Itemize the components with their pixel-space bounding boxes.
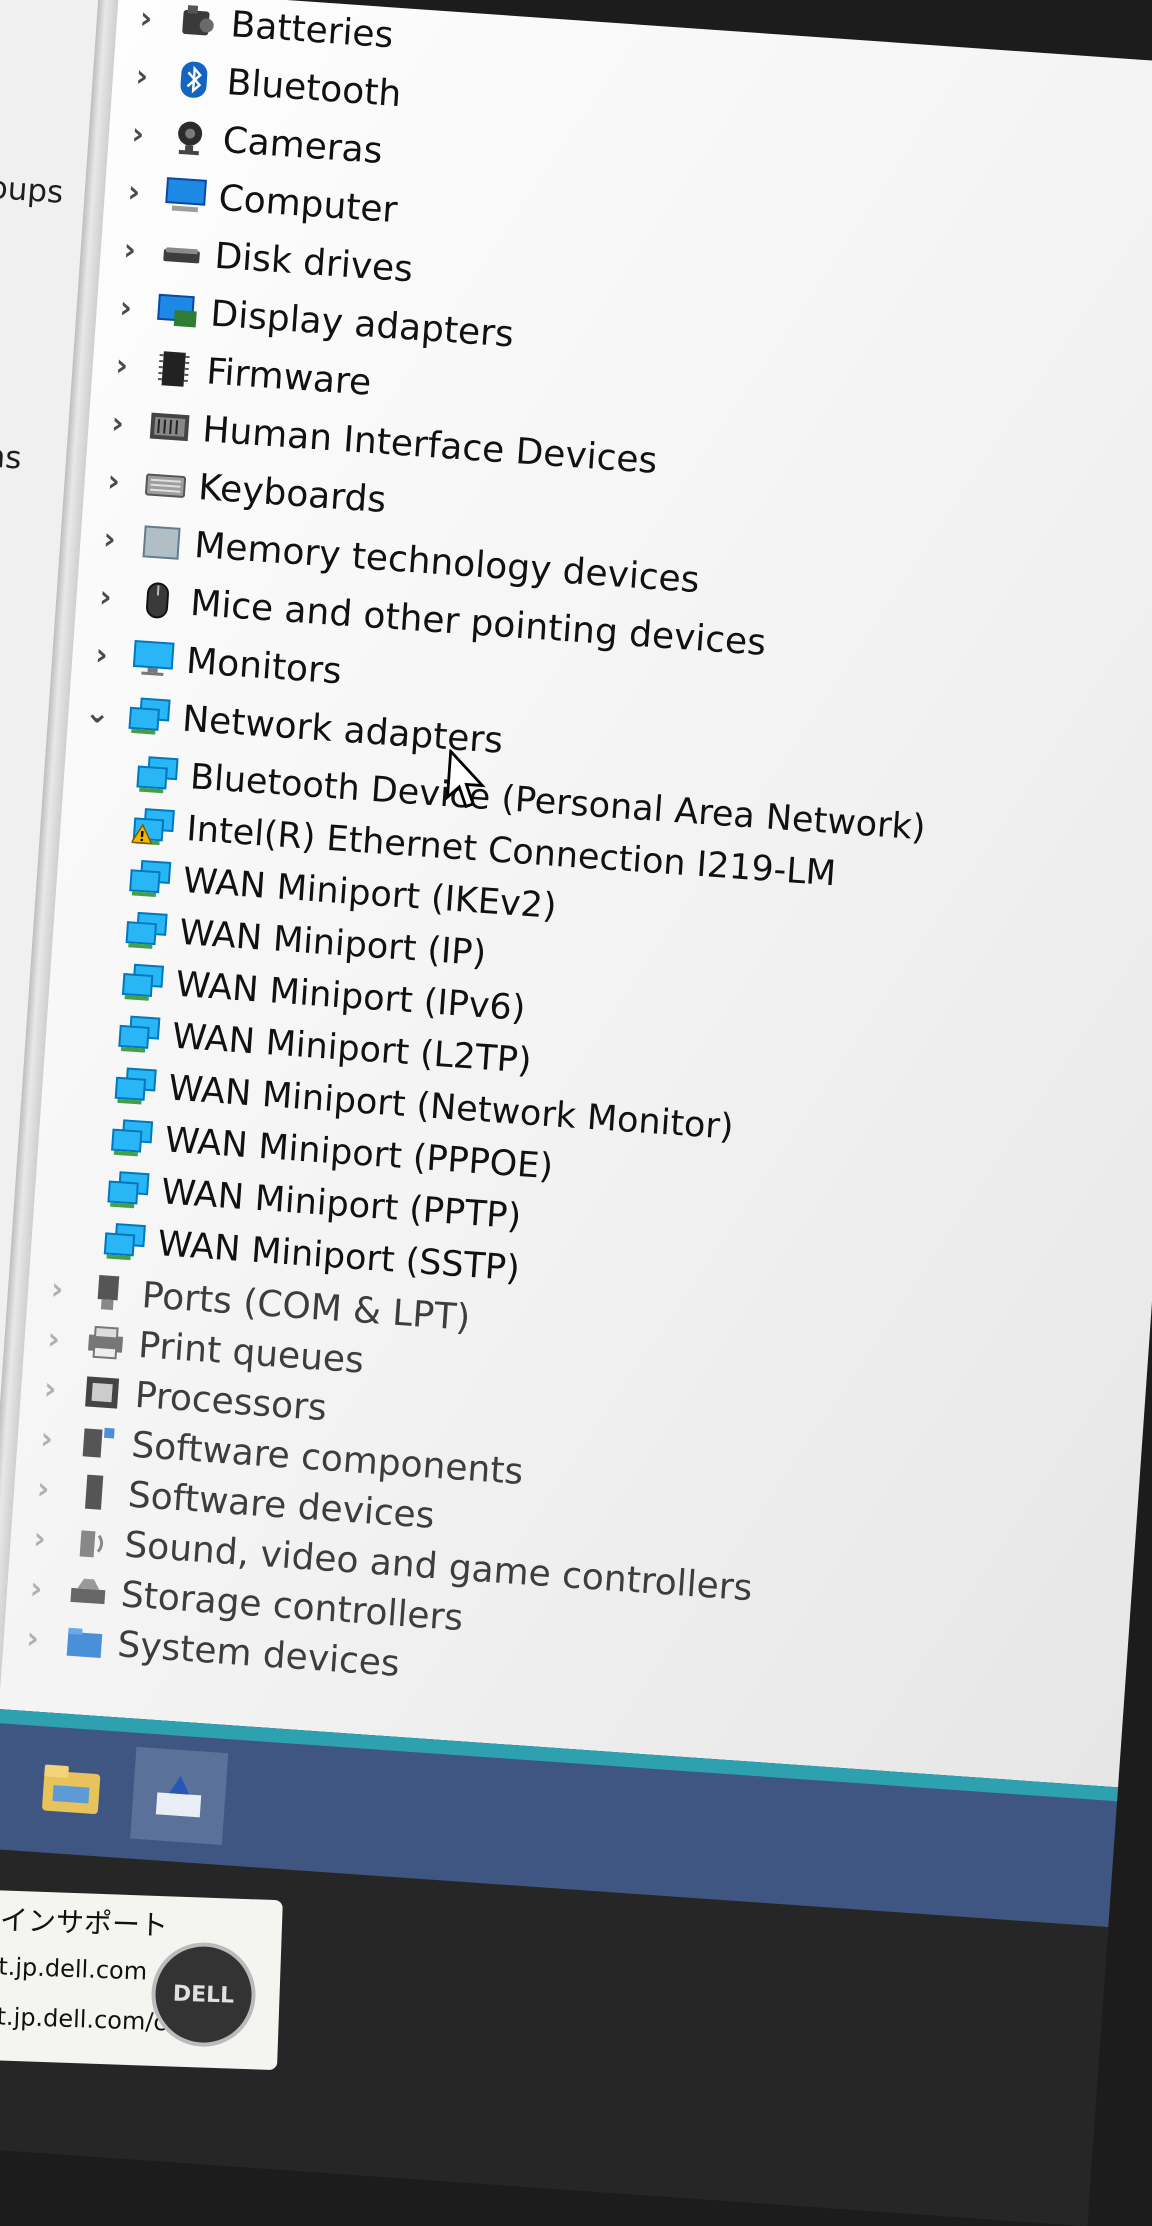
tree-item-label: Disk drives (213, 235, 415, 290)
device-tree: › Batteries › Bluetooth › Cameras › Computer › Di… (25, 0, 1152, 1684)
sticker-url: t.jp.dell.com (0, 1952, 148, 1986)
printer-icon (83, 1322, 128, 1363)
tree-item-label: Cameras (221, 119, 384, 172)
tree-item-label: Computer (217, 177, 399, 231)
keyboard-icon (143, 464, 188, 505)
chevron-right-icon[interactable]: › (39, 1270, 75, 1307)
sound-icon (69, 1522, 114, 1563)
chevron-right-icon[interactable]: › (87, 578, 123, 615)
bluetooth-icon (172, 59, 217, 100)
storage-controller-icon (66, 1572, 111, 1613)
camera-icon (168, 117, 213, 158)
warning-network-adapter-icon (130, 806, 176, 847)
chevron-right-icon[interactable]: › (104, 347, 140, 384)
left-pane-item[interactable]: roups (0, 169, 64, 211)
chevron-right-icon[interactable]: › (120, 115, 156, 152)
hid-icon (147, 406, 192, 447)
mouse-icon (135, 580, 180, 621)
network-adapter-icon (121, 962, 166, 1003)
edge-icon[interactable]: e (0, 1732, 11, 1830)
chevron-right-icon[interactable]: › (100, 405, 136, 442)
processor-icon (80, 1372, 125, 1413)
network-adapter-icon (124, 910, 169, 951)
network-adapter-icon (127, 696, 172, 737)
software-device-icon (73, 1472, 118, 1513)
file-explorer-icon[interactable] (22, 1739, 120, 1837)
computer-icon (164, 175, 209, 216)
network-adapter-icon (135, 754, 180, 795)
chevron-right-icon[interactable]: › (18, 1570, 54, 1607)
system-device-icon (62, 1621, 107, 1662)
chevron-right-icon[interactable]: › (25, 1470, 61, 1507)
display-adapter-icon (155, 291, 200, 332)
chevron-right-icon[interactable]: › (15, 1620, 51, 1657)
monitor-screen: roups t ions › ›Batteries›Bluetooth›Came… (0, 0, 1152, 2226)
chevron-right-icon[interactable]: › (108, 289, 144, 326)
chevron-right-icon[interactable]: › (83, 636, 119, 673)
chevron-right-icon[interactable]: › (36, 1320, 72, 1357)
network-adapter-icon (106, 1169, 151, 1210)
tree-item-label: Firmware (205, 350, 373, 404)
port-icon (87, 1272, 132, 1313)
network-adapter-icon (102, 1221, 147, 1262)
mouse-cursor (445, 749, 486, 809)
chevron-down-icon[interactable]: ⌄ (79, 694, 115, 731)
chevron-right-icon[interactable]: › (32, 1370, 68, 1407)
tree-item-label: Bluetooth (225, 61, 403, 115)
chevron-right-icon[interactable]: › (128, 0, 164, 37)
monitor-icon (131, 638, 176, 679)
network-adapter-icon (117, 1014, 162, 1055)
dell-support-sticker: インサポート t.jp.dell.com t.jp.dell.com/conta… (0, 1889, 283, 2071)
network-adapter-icon (128, 858, 173, 899)
memory-icon (139, 522, 184, 563)
chevron-right-icon[interactable]: › (29, 1420, 65, 1457)
left-pane-item[interactable]: ions (0, 436, 23, 476)
disk-drive-icon (159, 233, 204, 274)
tree-item-label: Keyboards (197, 466, 388, 521)
chevron-right-icon[interactable]: › (116, 173, 152, 210)
network-adapter-icon (110, 1118, 155, 1159)
software-component-icon (76, 1422, 121, 1463)
chevron-right-icon[interactable]: › (112, 231, 148, 268)
chevron-right-icon[interactable]: › (22, 1520, 58, 1557)
chevron-right-icon[interactable]: › (96, 462, 132, 499)
firmware-icon (151, 349, 196, 390)
chevron-right-icon[interactable]: › (124, 57, 160, 94)
chevron-right-icon[interactable]: › (91, 520, 127, 557)
network-adapter-icon (113, 1066, 158, 1107)
tree-item-label: Monitors (184, 640, 344, 692)
device-manager-icon[interactable] (130, 1746, 229, 1845)
tree-item-label: System devices (116, 1623, 402, 1685)
device-manager-window: roups t ions › ›Batteries›Bluetooth›Came… (0, 0, 1152, 1788)
battery-icon (176, 1, 221, 42)
tree-item-label: Batteries (229, 3, 395, 56)
sticker-title: インサポート (0, 1903, 169, 1943)
